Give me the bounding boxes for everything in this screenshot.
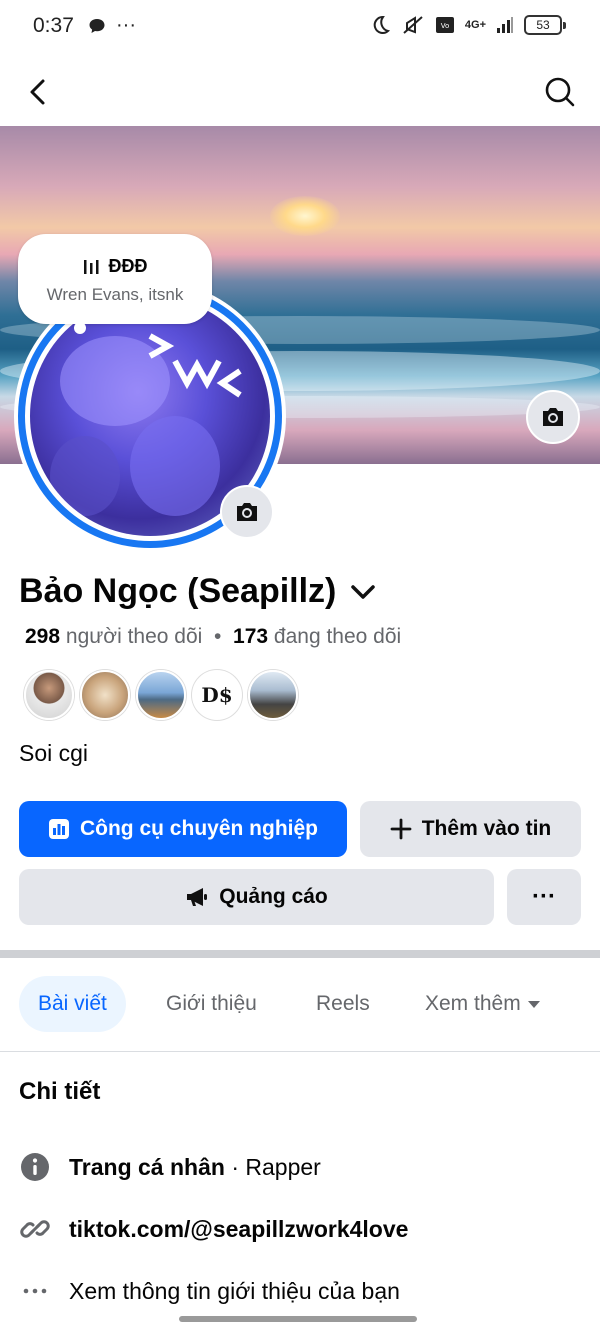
tiktok-link[interactable]: tiktok.com/@seapillzwork4love <box>69 1216 408 1243</box>
camera-icon <box>237 503 257 521</box>
edit-avatar-button[interactable] <box>220 485 274 539</box>
volte-icon: Vo <box>435 17 454 33</box>
home-indicator[interactable] <box>179 1316 417 1322</box>
more-options-button[interactable]: ··· <box>507 869 581 925</box>
section-divider <box>0 950 600 958</box>
tab-see-more-label: Xem thêm <box>425 992 521 1015</box>
search-icon <box>545 77 575 107</box>
note-artists: Wren Evans, itsnk <box>46 285 184 304</box>
follower-avatar[interactable] <box>80 670 130 720</box>
moon-icon <box>373 15 390 34</box>
search-button[interactable] <box>542 74 578 110</box>
network-type: 4G+ <box>464 19 486 31</box>
top-nav <box>0 64 600 120</box>
follower-avatar[interactable] <box>248 670 298 720</box>
link-icon <box>20 1220 50 1238</box>
signal-icon <box>497 17 513 33</box>
follower-avatars[interactable]: D$ <box>24 670 298 720</box>
detail-link[interactable]: tiktok.com/@seapillzwork4love <box>19 1212 408 1246</box>
chevron-down-icon <box>351 584 376 599</box>
profile-name[interactable]: Bảo Ngọc (Seapillz) <box>19 572 376 611</box>
following-count[interactable]: 173 <box>233 625 268 648</box>
add-to-story-label: Thêm vào tin <box>421 817 552 840</box>
status-bar: 0:37 ··· Vo 4G+ 53 <box>0 0 600 54</box>
stats-separator: • <box>208 625 228 648</box>
professional-tools-button[interactable]: Công cụ chuyên nghiệp <box>19 801 347 857</box>
mute-icon <box>403 16 423 34</box>
more-icon: ··· <box>532 883 556 910</box>
jellyfish-graphic <box>148 333 242 398</box>
tabs-separator <box>0 1051 600 1052</box>
add-to-story-button[interactable]: Thêm vào tin <box>360 801 581 857</box>
detail-page-type: Trang cá nhân · Rapper <box>19 1150 321 1184</box>
followers-count[interactable]: 298 <box>25 625 60 648</box>
detail-see-about[interactable]: Xem thông tin giới thiệu của bạn <box>19 1274 400 1308</box>
audio-bars-icon <box>83 259 98 274</box>
page-type-label: Trang cá nhân <box>69 1153 225 1180</box>
plus-icon <box>390 818 412 840</box>
music-note-bubble[interactable]: ĐĐĐ Wren Evans, itsnk <box>18 234 212 334</box>
profile-tabs: Bài viết Giới thiệu Reels Xem thêm <box>0 976 600 1032</box>
note-song-title: ĐĐĐ <box>108 256 148 276</box>
chevron-left-icon <box>30 79 45 105</box>
tab-see-more[interactable]: Xem thêm <box>425 976 541 1032</box>
dashboard-icon <box>48 819 69 839</box>
back-button[interactable] <box>20 74 56 110</box>
svg-text:Vo: Vo <box>441 22 450 30</box>
more-dots-icon <box>23 1288 47 1294</box>
edit-cover-button[interactable] <box>526 390 580 444</box>
follower-avatar[interactable] <box>24 670 74 720</box>
professional-tools-label: Công cụ chuyên nghiệp <box>79 817 318 840</box>
more-notifications-icon: ··· <box>116 14 136 36</box>
ads-button[interactable]: Quảng cáo <box>19 869 494 925</box>
camera-icon <box>543 408 563 426</box>
follow-stats: 298 người theo dõi • 173 đang theo dõi <box>25 625 401 649</box>
ads-label: Quảng cáo <box>219 885 328 908</box>
see-about-label: Xem thông tin giới thiệu của bạn <box>69 1277 400 1304</box>
sun-shape <box>270 196 340 236</box>
battery-icon: 53 <box>524 15 566 35</box>
tab-about[interactable]: Giới thiệu <box>166 976 257 1032</box>
profile-name-text: Bảo Ngọc (Seapillz) <box>19 572 337 610</box>
profile-bio: Soi cgi <box>19 740 89 766</box>
info-icon <box>21 1153 49 1181</box>
follower-avatar[interactable] <box>136 670 186 720</box>
chat-bubble-icon <box>89 18 105 33</box>
followers-label[interactable]: người theo dõi <box>66 625 202 648</box>
following-label[interactable]: đang theo dõi <box>274 625 401 648</box>
details-title: Chi tiết <box>19 1078 101 1105</box>
tab-posts[interactable]: Bài viết <box>19 976 126 1032</box>
follower-avatar[interactable]: D$ <box>192 670 242 720</box>
page-type-value: · Rapper <box>224 1153 321 1180</box>
status-time: 0:37 <box>33 14 74 37</box>
tab-reels[interactable]: Reels <box>316 976 370 1032</box>
caret-down-icon <box>527 1001 540 1008</box>
megaphone-icon <box>187 888 208 906</box>
